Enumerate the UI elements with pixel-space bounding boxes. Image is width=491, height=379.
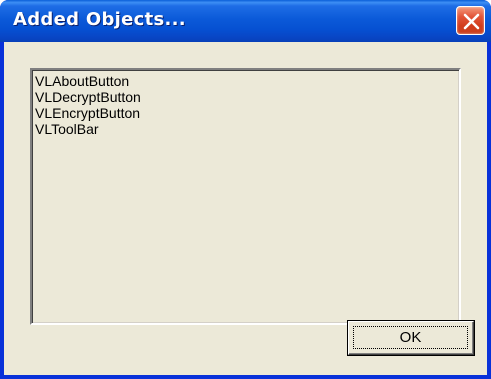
dialog-window: Added Objects... VLAboutButton VLDecrypt… bbox=[0, 0, 491, 379]
close-icon bbox=[463, 13, 480, 30]
added-objects-list[interactable]: VLAboutButton VLDecryptButton VLEncryptB… bbox=[30, 68, 461, 325]
focus-rectangle: OK bbox=[353, 326, 468, 349]
list-item[interactable]: VLDecryptButton bbox=[35, 89, 459, 105]
title-bar[interactable]: Added Objects... bbox=[0, 0, 491, 42]
list-item[interactable]: VLToolBar bbox=[35, 121, 459, 137]
ok-button-label: OK bbox=[399, 329, 422, 346]
dialog-title: Added Objects... bbox=[13, 9, 186, 30]
list-item[interactable]: VLEncryptButton bbox=[35, 105, 459, 121]
dialog-body: VLAboutButton VLDecryptButton VLEncryptB… bbox=[4, 42, 487, 375]
ok-button[interactable]: OK bbox=[348, 321, 474, 355]
list-item[interactable]: VLAboutButton bbox=[35, 73, 459, 89]
list-items: VLAboutButton VLDecryptButton VLEncryptB… bbox=[32, 70, 459, 137]
close-button[interactable] bbox=[456, 6, 485, 35]
